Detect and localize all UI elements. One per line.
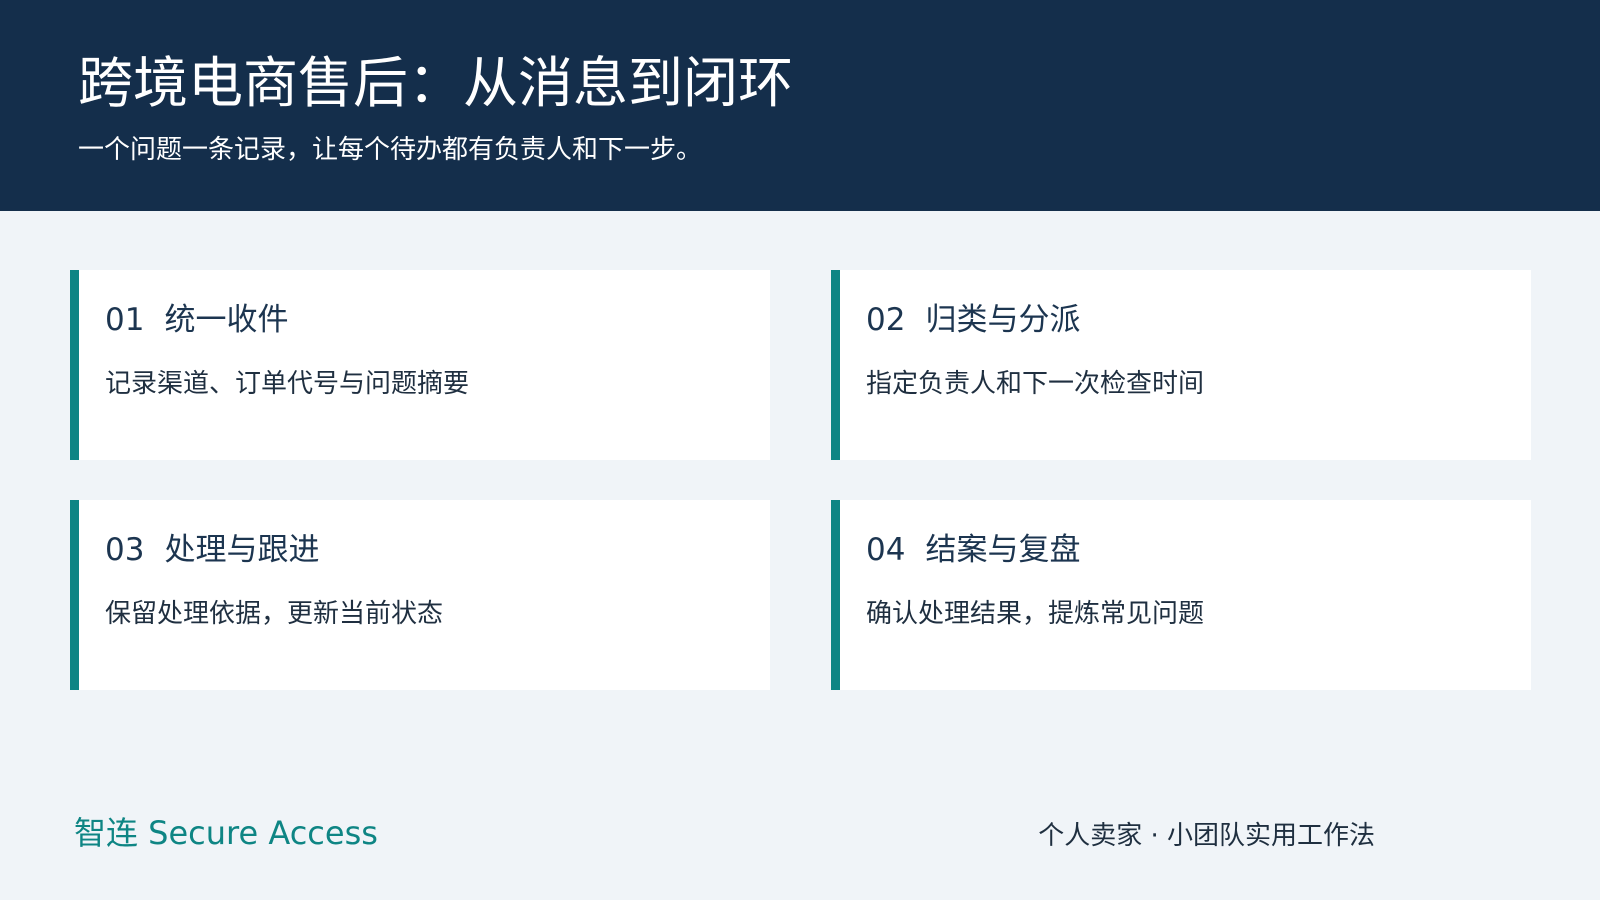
step-number: 04 (866, 532, 906, 568)
step-description: 确认处理结果，提炼常见问题 (866, 599, 1205, 629)
step-title: 处理与跟进 (164, 532, 320, 568)
card-heading: 02 归类与分派 (866, 298, 1080, 342)
step-title: 结案与复盘 (925, 532, 1081, 568)
step-description: 指定负责人和下一次检查时间 (866, 369, 1205, 399)
page-subtitle: 一个问题一条记录，让每个待办都有负责人和下一步。 (78, 135, 703, 165)
step-title: 归类与分派 (925, 302, 1081, 338)
header-banner: 跨境电商售后：从消息到闭环 一个问题一条记录，让每个待办都有负责人和下一步。 (0, 0, 1600, 211)
card-accent-bar (831, 270, 840, 460)
step-description: 保留处理依据，更新当前状态 (105, 599, 444, 629)
step-description: 记录渠道、订单代号与问题摘要 (105, 369, 470, 399)
step-title: 统一收件 (164, 302, 289, 338)
step-card-4: 04 结案与复盘 确认处理结果，提炼常见问题 (831, 500, 1531, 690)
step-number: 03 (105, 532, 145, 568)
step-card-2: 02 归类与分派 指定负责人和下一次检查时间 (831, 270, 1531, 460)
card-accent-bar (70, 270, 79, 460)
card-heading: 01 统一收件 (105, 298, 288, 342)
card-heading: 03 处理与跟进 (105, 528, 319, 572)
step-card-1: 01 统一收件 记录渠道、订单代号与问题摘要 (70, 270, 770, 460)
card-accent-bar (831, 500, 840, 690)
step-number: 01 (105, 302, 145, 338)
card-heading: 04 结案与复盘 (866, 528, 1080, 572)
footer-tagline: 个人卖家 · 小团队实用工作法 (1038, 821, 1375, 851)
brand-name: 智连 Secure Access (74, 814, 378, 852)
step-number: 02 (866, 302, 906, 338)
step-card-3: 03 处理与跟进 保留处理依据，更新当前状态 (70, 500, 770, 690)
card-accent-bar (70, 500, 79, 690)
page-title: 跨境电商售后：从消息到闭环 (78, 51, 794, 115)
